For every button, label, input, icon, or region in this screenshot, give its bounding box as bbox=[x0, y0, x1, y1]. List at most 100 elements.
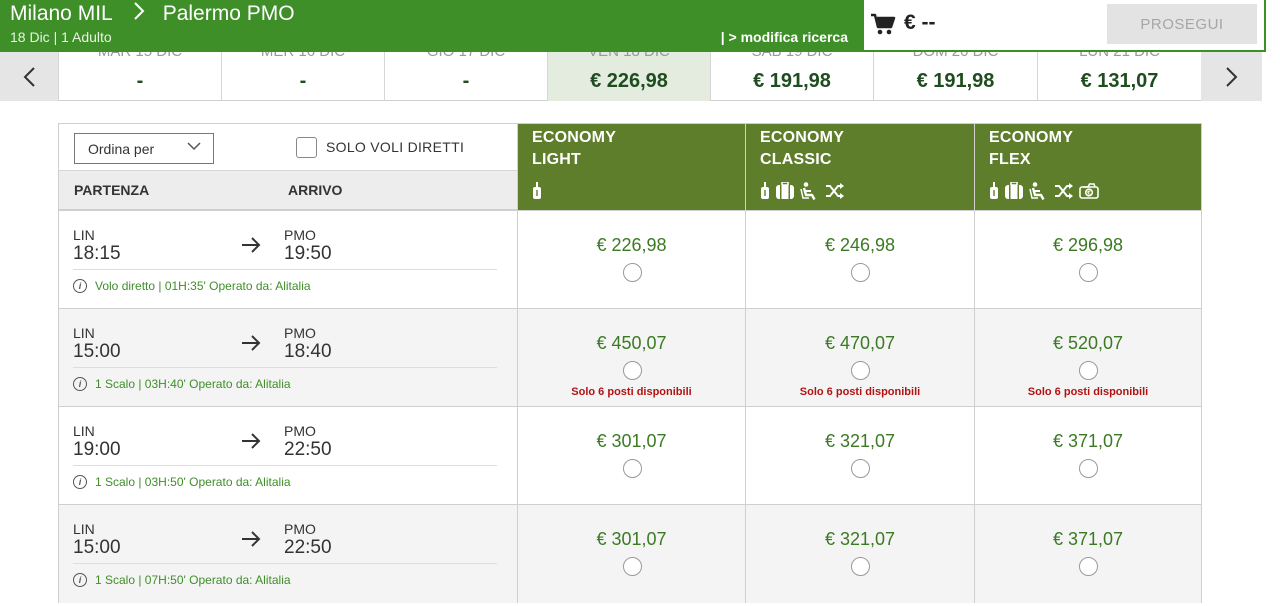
flight-info-text: 1 Scalo | 03H:50' Operato da: Alitalia bbox=[95, 475, 291, 489]
date-label: GIO 17 DIC bbox=[385, 52, 547, 60]
refund-icon: € bbox=[1079, 182, 1099, 205]
fare-radio[interactable] bbox=[622, 263, 642, 282]
fare-radio[interactable] bbox=[1079, 557, 1098, 576]
date-price: € 131,07 bbox=[1080, 70, 1159, 92]
fare-option[interactable]: € 301,07 bbox=[517, 505, 745, 603]
arrival-airport: PMO bbox=[284, 325, 316, 341]
seat-icon bbox=[1029, 182, 1049, 205]
flight-results-table: Ordina per SOLO VOLI DIRETTI PARTENZA AR… bbox=[58, 123, 1202, 603]
sort-dropdown[interactable]: Ordina per bbox=[74, 133, 214, 164]
fare-radio[interactable] bbox=[851, 361, 870, 380]
fare-radio[interactable] bbox=[1079, 263, 1098, 282]
svg-text:€: € bbox=[1086, 191, 1091, 197]
fare-option[interactable]: € 321,07 bbox=[745, 407, 974, 505]
info-icon: i bbox=[73, 475, 87, 489]
flight-details: LIN 18:15 PMO 19:50 i Volo diretto | 01H:35' … bbox=[59, 211, 517, 309]
date-option[interactable]: MAR 15 DIC - bbox=[58, 52, 221, 101]
arrival-time: 19:50 bbox=[284, 243, 332, 264]
fare-option[interactable]: € 321,07 bbox=[745, 505, 974, 603]
date-option[interactable]: MER 16 DIC - bbox=[221, 52, 384, 101]
destination-city: Palermo PMO bbox=[162, 2, 295, 25]
recommended-ribbon bbox=[708, 211, 745, 214]
carry-on-icon bbox=[532, 182, 542, 205]
date-option[interactable]: SAB 19 DIC € 191,98 bbox=[710, 52, 873, 101]
fare-header: ECONOMY FLEX € bbox=[974, 124, 1201, 210]
trip-summary: 18 Dic | 1 Adulto bbox=[10, 29, 112, 45]
fare-option[interactable]: € 470,07 Solo 6 posti disponibili bbox=[745, 309, 974, 407]
flight-info-link[interactable]: i 1 Scalo | 03H:50' Operato da: Alitalia bbox=[73, 475, 291, 489]
fare-name: CLASSIC bbox=[760, 151, 832, 168]
flight-row: LIN 15:00 PMO 22:50 i 1 Scalo | 07H:50' Opera… bbox=[59, 504, 1201, 603]
arrival-airport: PMO bbox=[284, 423, 316, 439]
fare-benefits bbox=[532, 182, 542, 205]
divider bbox=[73, 563, 497, 564]
departure-time: 15:00 bbox=[73, 341, 121, 362]
fare-option[interactable]: € 226,98 bbox=[517, 211, 745, 309]
arrow-right-icon bbox=[242, 433, 261, 449]
date-option[interactable]: DOM 20 DIC € 191,98 bbox=[873, 52, 1037, 101]
fare-option[interactable]: € 246,98 bbox=[745, 211, 974, 309]
direct-flights-label[interactable]: SOLO VOLI DIRETTI bbox=[326, 139, 464, 155]
fare-radio[interactable] bbox=[622, 557, 642, 576]
arrow-right-icon bbox=[242, 335, 261, 351]
date-price: € 226,98 bbox=[590, 70, 668, 92]
flight-info-link[interactable]: i Volo diretto | 01H:35' Operato da: Alit… bbox=[73, 279, 311, 293]
flight-details: LIN 19:00 PMO 22:50 i 1 Scalo | 03H:50' Opera… bbox=[59, 407, 517, 505]
flight-info-link[interactable]: i 1 Scalo | 03H:40' Operato da: Alitalia bbox=[73, 377, 291, 391]
flight-info-link[interactable]: i 1 Scalo | 07H:50' Operato da: Alitalia bbox=[73, 573, 291, 587]
fare-family: ECONOMY bbox=[532, 129, 617, 146]
fare-benefits bbox=[760, 181, 845, 205]
fare-option[interactable]: € 301,07 bbox=[517, 407, 745, 505]
flight-row: LIN 18:15 PMO 19:50 i Volo diretto | 01H:35' … bbox=[59, 210, 1201, 309]
date-option[interactable]: GIO 17 DIC - bbox=[384, 52, 547, 101]
date-price: - bbox=[136, 70, 144, 92]
flight-details: LIN 15:00 PMO 18:40 i 1 Scalo | 03H:40' Opera… bbox=[59, 309, 517, 407]
fare-radio[interactable] bbox=[851, 263, 870, 282]
fare-radio[interactable] bbox=[622, 361, 642, 380]
fare-radio[interactable] bbox=[1079, 361, 1098, 380]
fare-header: ECONOMY LIGHT bbox=[517, 124, 745, 210]
arrival-time: 18:40 bbox=[284, 341, 332, 362]
fare-benefits: € bbox=[989, 181, 1099, 205]
next-dates-button[interactable] bbox=[1201, 52, 1262, 101]
continue-button[interactable]: PROSEGUI bbox=[1107, 4, 1257, 44]
fare-radio[interactable] bbox=[851, 557, 870, 576]
passenger-count: 1 Adulto bbox=[61, 29, 112, 45]
fare-price: € 296,98 bbox=[1052, 235, 1124, 255]
fare-price: € 371,07 bbox=[1052, 431, 1124, 451]
fare-option[interactable]: € 450,07 Solo 6 posti disponibili bbox=[517, 309, 745, 407]
fare-price: € 450,07 bbox=[596, 333, 667, 353]
departure-time: 18:15 bbox=[73, 243, 121, 264]
cart-icon bbox=[870, 12, 896, 36]
fare-price: € 301,07 bbox=[596, 529, 667, 549]
date-option[interactable]: VEN 18 DIC € 226,98 bbox=[547, 52, 710, 101]
previous-dates-button[interactable] bbox=[0, 52, 58, 101]
fare-price: € 470,07 bbox=[824, 333, 896, 353]
fare-radio[interactable] bbox=[851, 459, 870, 478]
trip-date: 18 Dic bbox=[10, 29, 50, 45]
direct-flights-checkbox[interactable] bbox=[296, 137, 317, 158]
fare-option[interactable]: € 371,07 bbox=[974, 505, 1201, 603]
fare-option[interactable]: € 296,98 bbox=[974, 211, 1201, 309]
fare-radio[interactable] bbox=[1079, 459, 1098, 478]
flight-details: LIN 15:00 PMO 22:50 i 1 Scalo | 07H:50' Opera… bbox=[59, 505, 517, 603]
date-label: MAR 15 DIC bbox=[59, 52, 221, 60]
date-option[interactable]: LUN 21 DIC € 131,07 bbox=[1037, 52, 1201, 101]
fare-header: ECONOMY CLASSIC bbox=[745, 124, 974, 210]
fare-radio[interactable] bbox=[622, 459, 642, 478]
cart-bar: € -- PROSEGUI bbox=[864, 0, 1266, 52]
fare-option[interactable]: € 520,07 Solo 6 posti disponibili bbox=[974, 309, 1201, 407]
table-controls: Ordina per SOLO VOLI DIRETTI PARTENZA AR… bbox=[59, 124, 517, 210]
arrival-airport: PMO bbox=[284, 227, 316, 243]
flight-info-text: 1 Scalo | 07H:50' Operato da: Alitalia bbox=[95, 573, 291, 587]
chevron-right-icon bbox=[1225, 66, 1237, 87]
arrow-right-icon bbox=[242, 531, 261, 547]
chevron-right-icon bbox=[133, 2, 145, 26]
fare-option[interactable]: € 371,07 bbox=[974, 407, 1201, 505]
divider bbox=[73, 269, 497, 270]
carry-on-icon bbox=[760, 182, 770, 205]
fare-price: € 520,07 bbox=[1052, 333, 1124, 353]
info-icon: i bbox=[73, 573, 87, 587]
modify-search-link[interactable]: | > modifica ricerca bbox=[721, 29, 848, 45]
change-icon bbox=[825, 182, 845, 205]
